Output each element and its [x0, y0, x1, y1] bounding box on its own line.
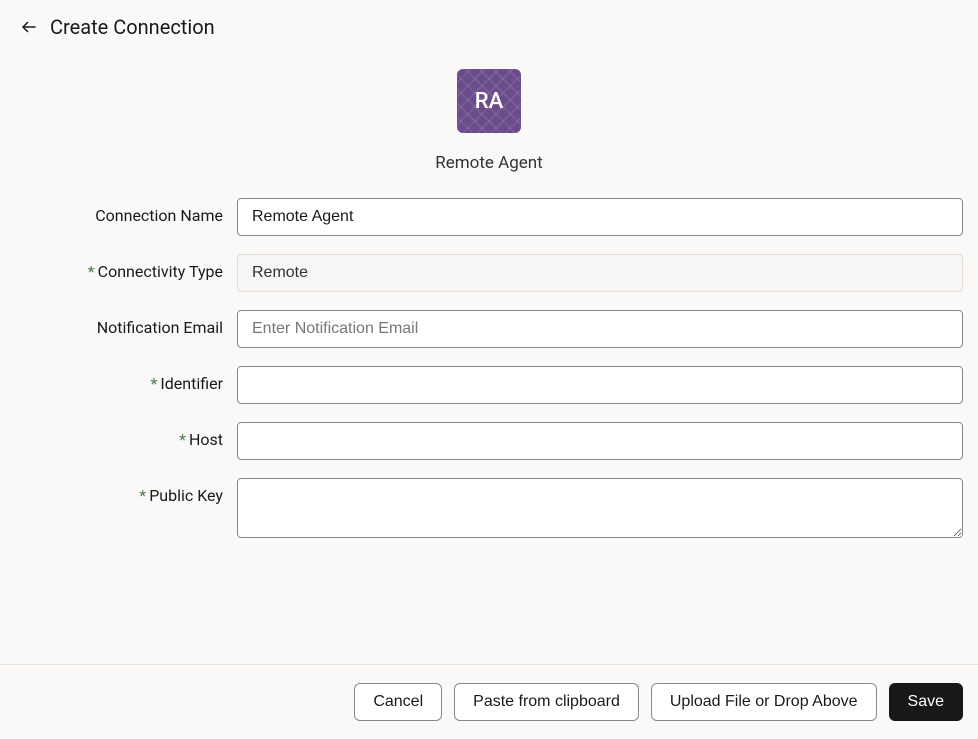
row-host: *Host — [15, 422, 963, 460]
row-public-key: *Public Key — [15, 478, 963, 542]
upload-file-button[interactable]: Upload File or Drop Above — [651, 683, 877, 721]
connectivity-type-input — [237, 254, 963, 292]
required-asterisk-icon: * — [179, 430, 186, 449]
agent-label: Remote Agent — [435, 153, 543, 173]
label-connectivity-type: *Connectivity Type — [15, 254, 237, 281]
row-connectivity-type: *Connectivity Type — [15, 254, 963, 292]
connection-icon-section: RA Remote Agent — [0, 69, 978, 173]
back-arrow-icon[interactable] — [20, 18, 38, 36]
cancel-button[interactable]: Cancel — [354, 683, 442, 721]
save-button[interactable]: Save — [889, 683, 963, 721]
agent-icon-text: RA — [475, 89, 503, 114]
row-notification-email: Notification Email — [15, 310, 963, 348]
form-area: Connection Name *Connectivity Type Notif… — [0, 198, 978, 542]
notification-email-input[interactable] — [237, 310, 963, 348]
footer-actions: Cancel Paste from clipboard Upload File … — [0, 664, 978, 739]
label-public-key: *Public Key — [15, 478, 237, 505]
row-connection-name: Connection Name — [15, 198, 963, 236]
paste-from-clipboard-button[interactable]: Paste from clipboard — [454, 683, 639, 721]
remote-agent-icon: RA — [457, 69, 521, 133]
required-asterisk-icon: * — [88, 262, 95, 281]
connection-name-input[interactable] — [237, 198, 963, 236]
label-host: *Host — [15, 422, 237, 449]
required-asterisk-icon: * — [139, 486, 146, 505]
page-title: Create Connection — [50, 15, 215, 39]
label-connection-name: Connection Name — [15, 198, 237, 225]
label-identifier: *Identifier — [15, 366, 237, 393]
label-notification-email: Notification Email — [15, 310, 237, 337]
page-header: Create Connection — [0, 0, 978, 49]
identifier-input[interactable] — [237, 366, 963, 404]
required-asterisk-icon: * — [151, 374, 158, 393]
host-input[interactable] — [237, 422, 963, 460]
public-key-input[interactable] — [237, 478, 963, 538]
row-identifier: *Identifier — [15, 366, 963, 404]
